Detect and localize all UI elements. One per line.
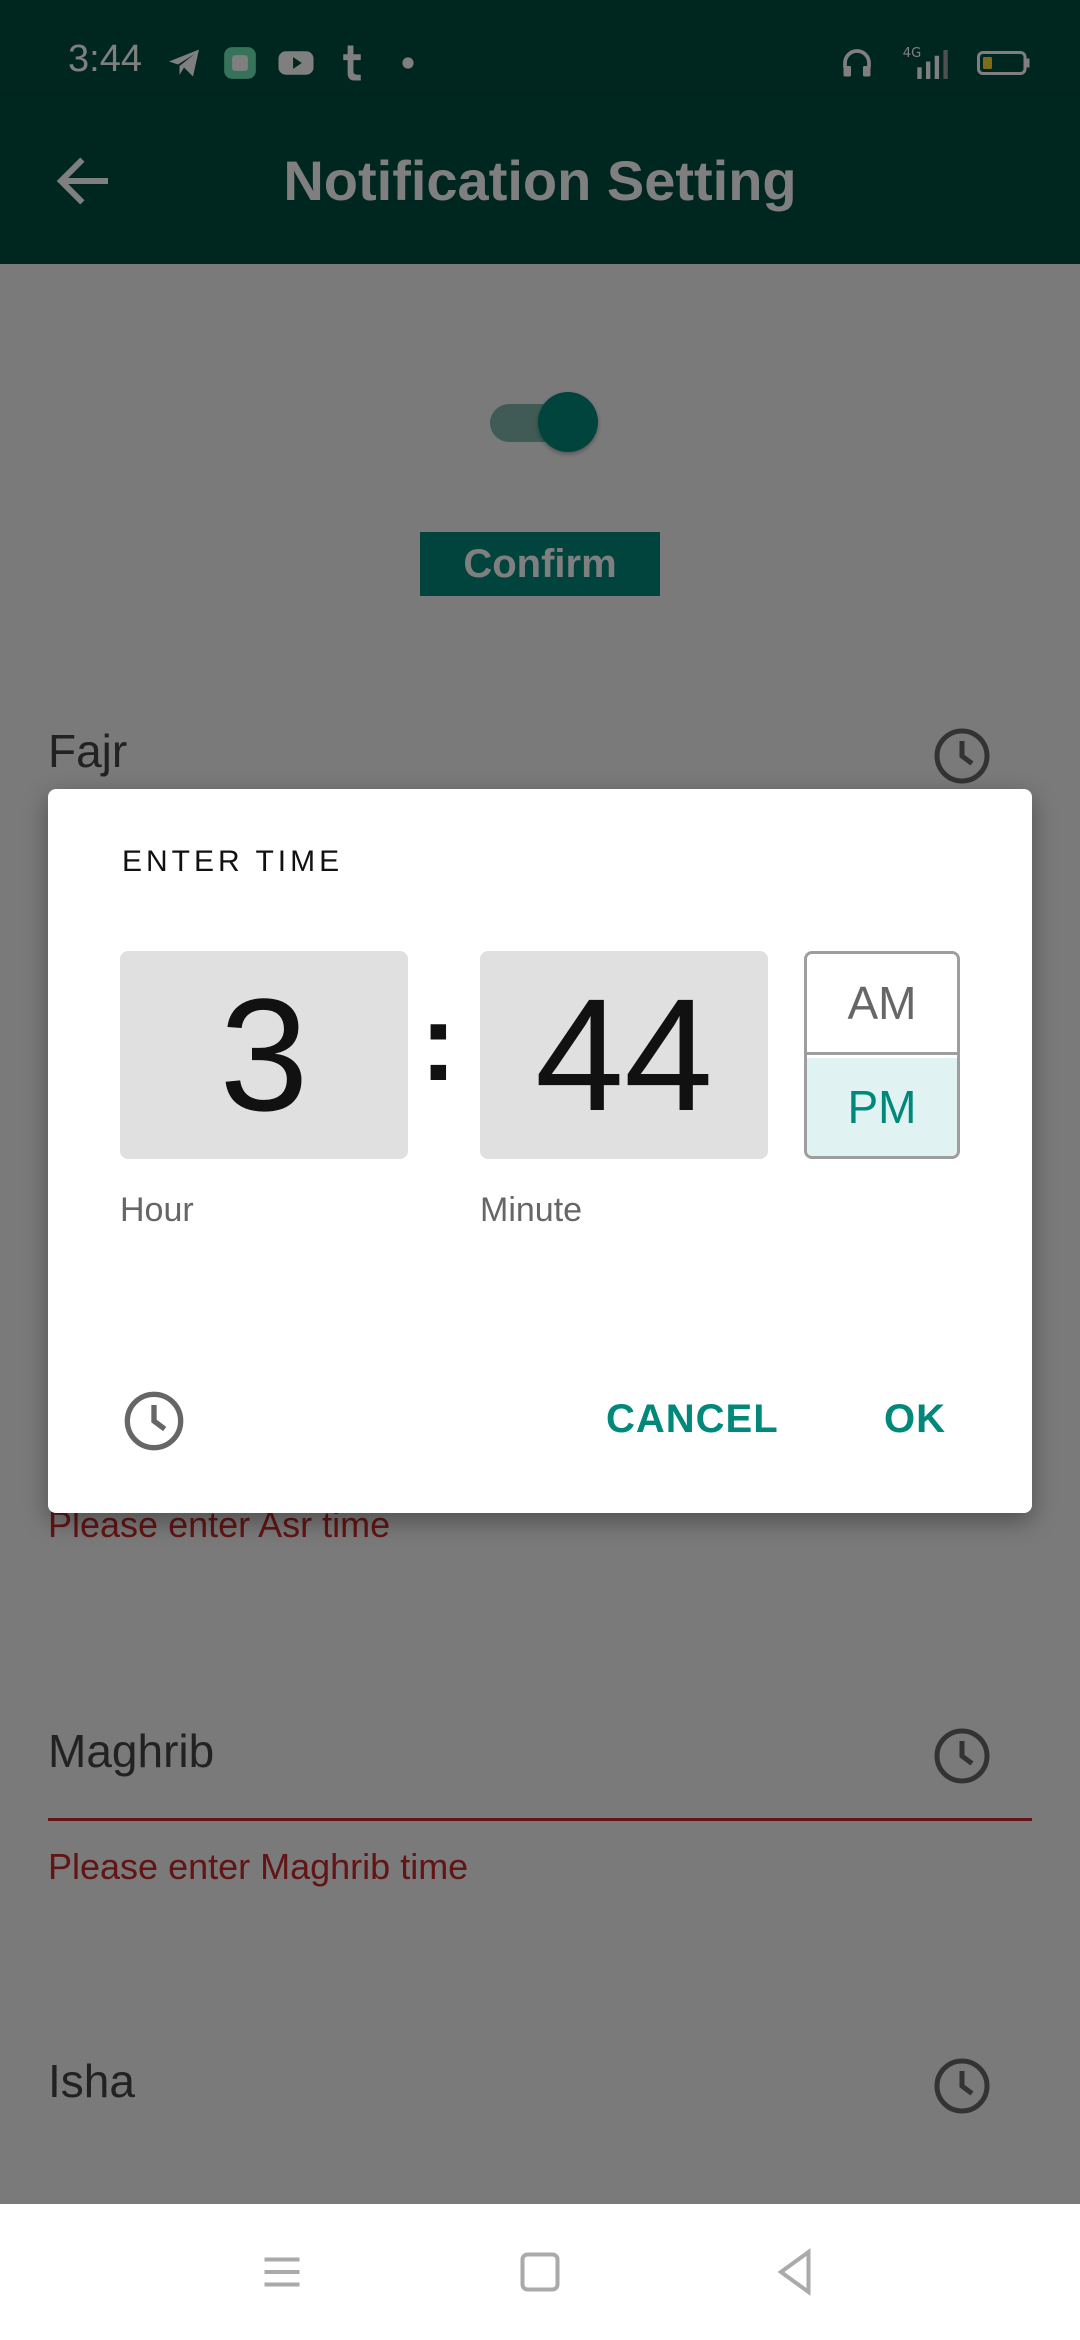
ok-button[interactable]: OK xyxy=(884,1397,946,1442)
cancel-button[interactable]: CANCEL xyxy=(606,1397,779,1442)
minute-input[interactable]: 44 xyxy=(480,951,768,1159)
hour-caption: Hour xyxy=(120,1191,194,1229)
am-option[interactable]: AM xyxy=(807,954,957,1055)
home-icon[interactable] xyxy=(510,2242,570,2302)
minute-caption: Minute xyxy=(480,1191,583,1229)
hour-input[interactable]: 3 xyxy=(120,951,408,1159)
dialog-title: ENTER TIME xyxy=(122,845,344,878)
am-pm-selector: AM PM xyxy=(804,951,960,1159)
time-separator: : xyxy=(420,981,457,1104)
system-nav-bar xyxy=(0,2204,1080,2340)
back-icon[interactable] xyxy=(766,2242,826,2302)
clock-mode-icon[interactable] xyxy=(122,1389,186,1453)
time-picker-dialog: ENTER TIME 3 : 44 Hour Minute AM PM CANC… xyxy=(48,789,1032,1513)
pm-option[interactable]: PM xyxy=(807,1058,957,1156)
menu-icon[interactable] xyxy=(252,2242,312,2302)
